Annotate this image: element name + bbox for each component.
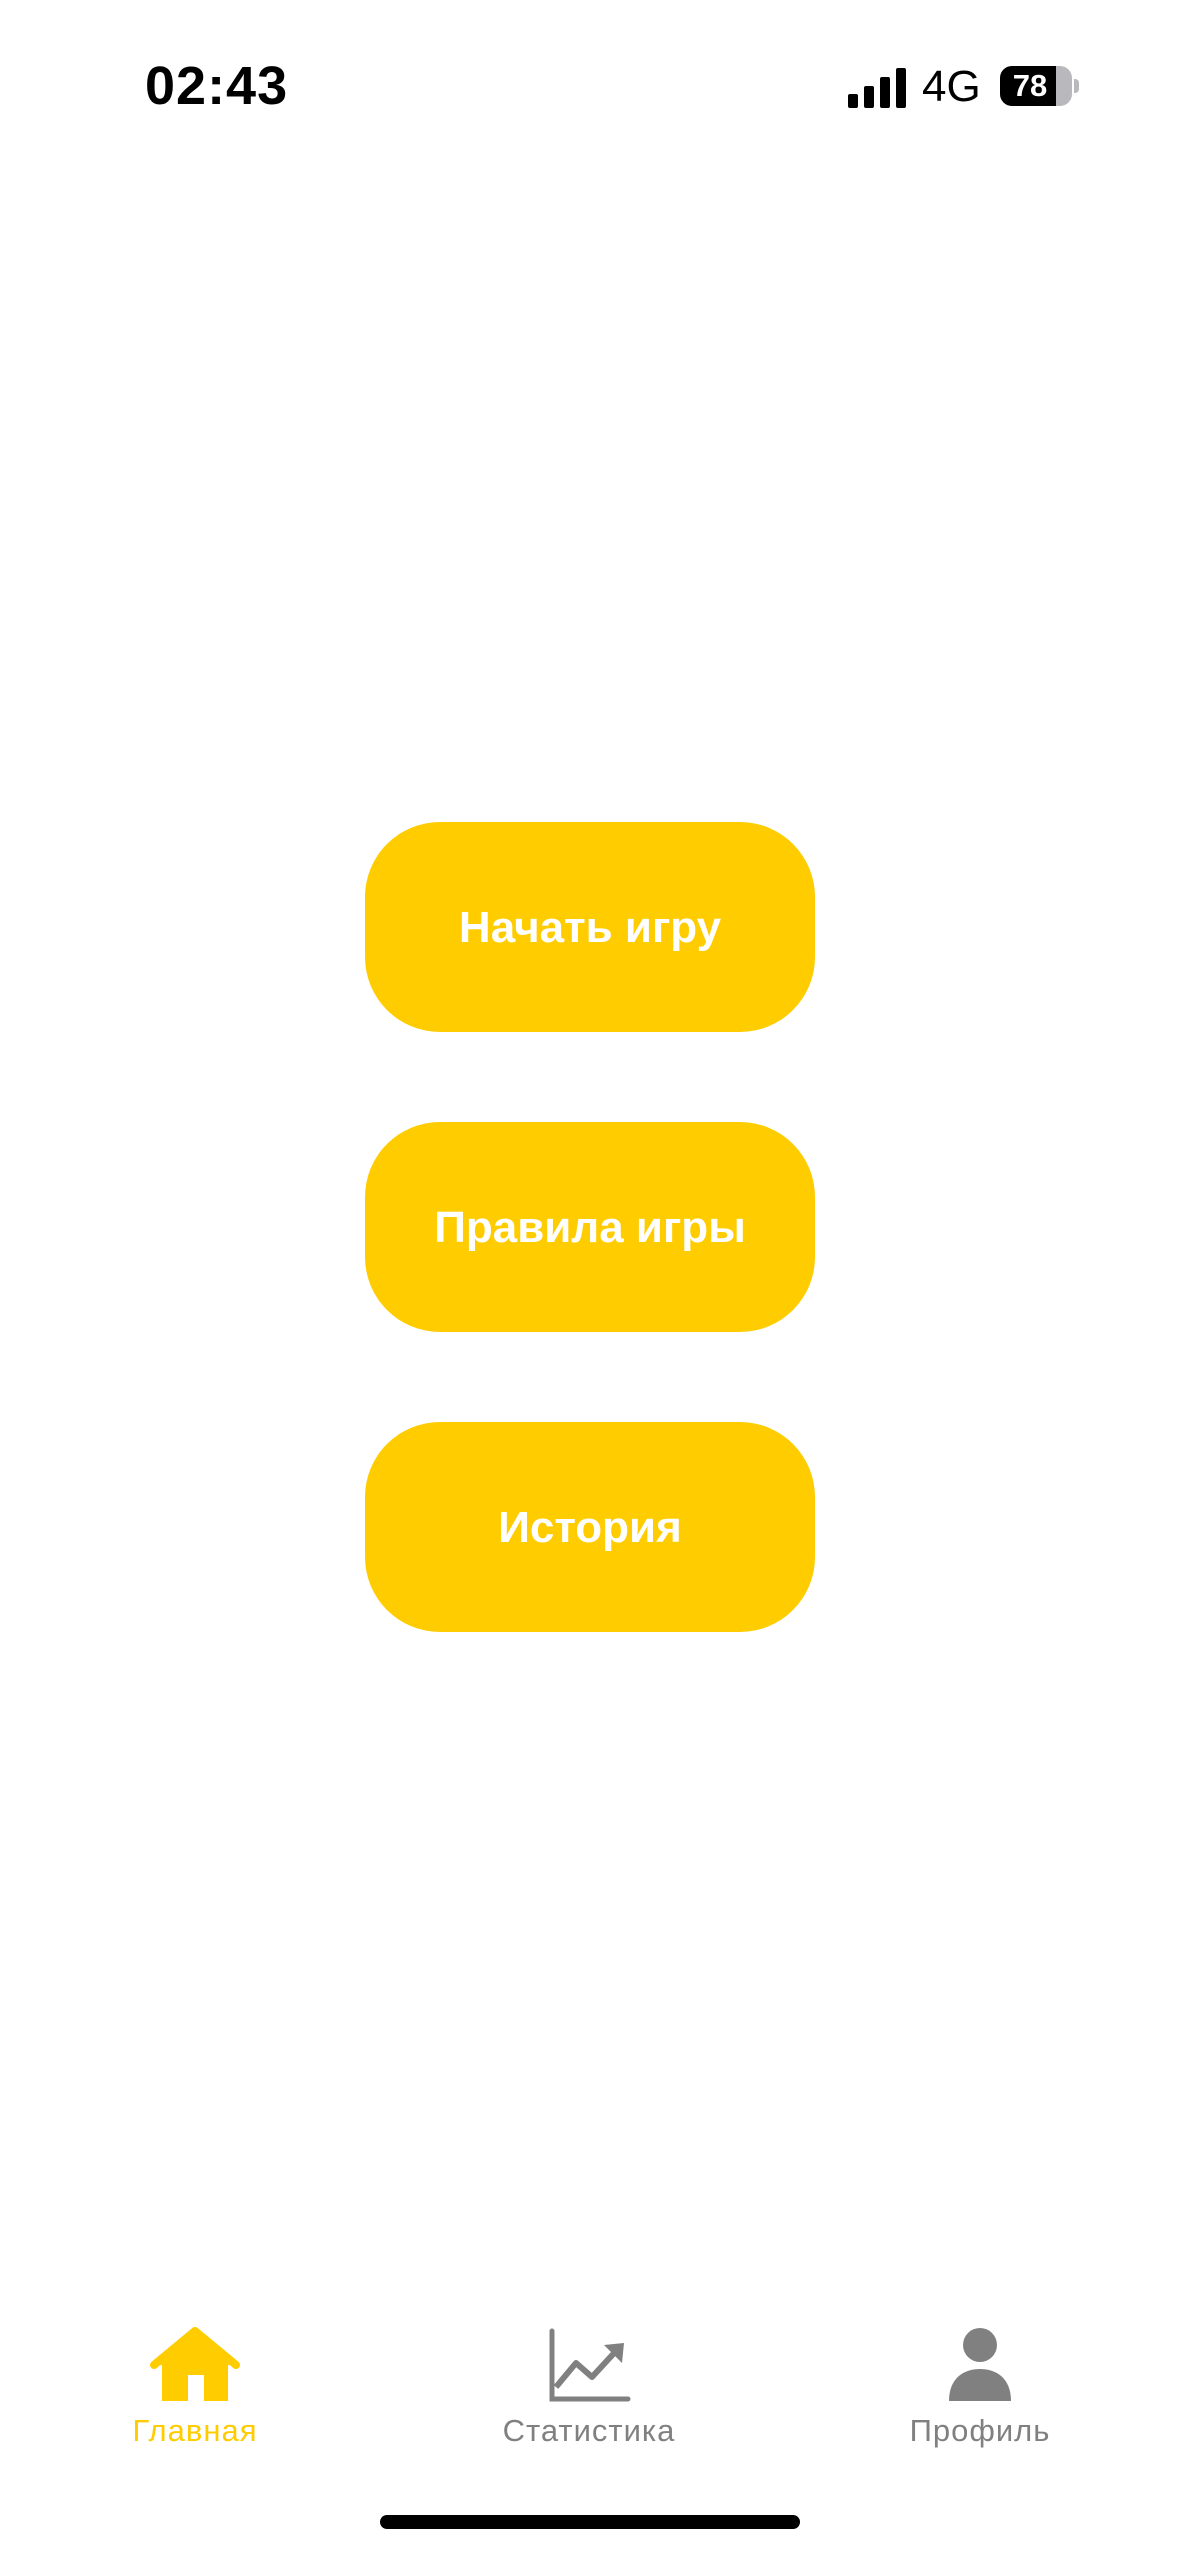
start-game-button[interactable]: Начать игру (365, 822, 815, 1032)
game-rules-button[interactable]: Правила игры (365, 1122, 815, 1332)
tab-home[interactable]: Главная (75, 2325, 315, 2475)
person-icon (949, 2328, 1011, 2401)
tab-statistics[interactable]: Статистика (469, 2325, 709, 2475)
tab-statistics-label: Статистика (502, 2413, 676, 2448)
network-type: 4G (922, 62, 981, 111)
battery-icon: 78 (1000, 66, 1079, 106)
main-menu: Начать игру Правила игры История (365, 822, 815, 1722)
tab-profile-label: Профиль (909, 2413, 1051, 2448)
chart-trend-icon (549, 2328, 631, 2402)
history-button[interactable]: История (365, 1422, 815, 1632)
status-time: 02:43 (145, 56, 289, 116)
cellular-signal-icon (848, 68, 906, 108)
home-icon (150, 2327, 240, 2401)
tab-bar: Главная Статистика Профиль (0, 2300, 1179, 2480)
battery-level: 78 (1012, 68, 1048, 103)
status-bar: 02:43 4G 78 (0, 0, 1179, 150)
home-indicator (380, 2515, 800, 2529)
tab-home-label: Главная (132, 2413, 258, 2448)
tab-profile[interactable]: Профиль (860, 2325, 1100, 2475)
